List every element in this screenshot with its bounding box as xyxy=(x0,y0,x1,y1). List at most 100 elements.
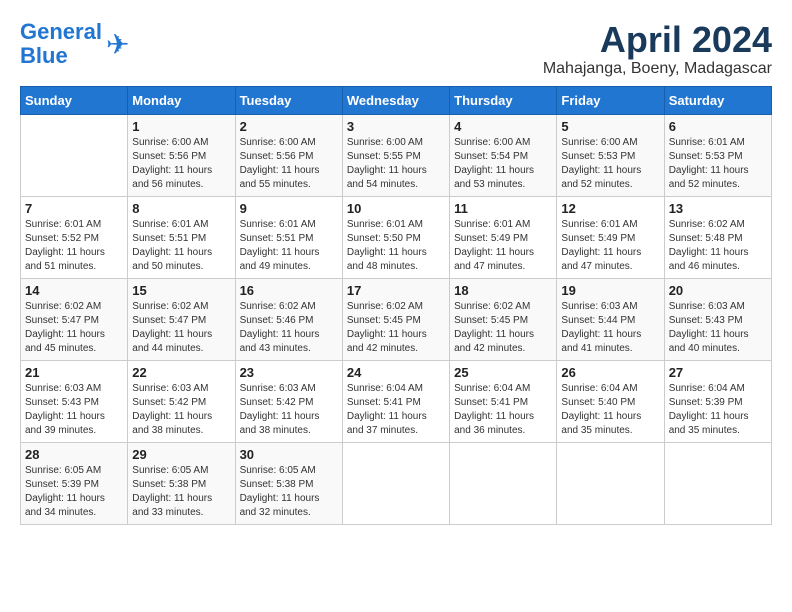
day-info: Sunrise: 6:00 AMSunset: 5:56 PMDaylight:… xyxy=(132,136,230,192)
day-number: 29 xyxy=(132,447,230,462)
calendar-cell: 20 Sunrise: 6:03 AMSunset: 5:43 PMDayligh… xyxy=(664,278,771,360)
day-number: 23 xyxy=(240,365,338,380)
calendar-cell: 2 Sunrise: 6:00 AMSunset: 5:56 PMDaylight… xyxy=(235,114,342,196)
day-number: 7 xyxy=(25,201,123,216)
day-info: Sunrise: 6:01 AMSunset: 5:51 PMDaylight:… xyxy=(240,218,338,274)
day-number: 17 xyxy=(347,283,445,298)
day-number: 27 xyxy=(669,365,767,380)
calendar-week-row: 14 Sunrise: 6:02 AMSunset: 5:47 PMDayligh… xyxy=(21,278,772,360)
day-number: 30 xyxy=(240,447,338,462)
header-friday: Friday xyxy=(557,86,664,114)
day-number: 12 xyxy=(561,201,659,216)
day-info: Sunrise: 6:04 AMSunset: 5:39 PMDaylight:… xyxy=(669,382,767,438)
day-number: 16 xyxy=(240,283,338,298)
calendar-cell xyxy=(664,442,771,524)
day-number: 9 xyxy=(240,201,338,216)
header-thursday: Thursday xyxy=(450,86,557,114)
calendar-cell: 11 Sunrise: 6:01 AMSunset: 5:49 PMDayligh… xyxy=(450,196,557,278)
day-info: Sunrise: 6:01 AMSunset: 5:52 PMDaylight:… xyxy=(25,218,123,274)
calendar-cell: 16 Sunrise: 6:02 AMSunset: 5:46 PMDayligh… xyxy=(235,278,342,360)
day-info: Sunrise: 6:03 AMSunset: 5:43 PMDaylight:… xyxy=(25,382,123,438)
day-number: 6 xyxy=(669,119,767,134)
calendar-cell: 18Sunrise: 6:02 AMSunset: 5:45 PMDayligh… xyxy=(450,278,557,360)
day-number: 22 xyxy=(132,365,230,380)
header-wednesday: Wednesday xyxy=(342,86,449,114)
calendar-cell xyxy=(342,442,449,524)
day-number: 8 xyxy=(132,201,230,216)
day-number: 18 xyxy=(454,283,552,298)
day-number: 14 xyxy=(25,283,123,298)
day-info: Sunrise: 6:02 AMSunset: 5:46 PMDaylight:… xyxy=(240,300,338,356)
calendar-cell: 10 Sunrise: 6:01 AMSunset: 5:50 PMDayligh… xyxy=(342,196,449,278)
calendar-cell: 21 Sunrise: 6:03 AMSunset: 5:43 PMDayligh… xyxy=(21,360,128,442)
logo-bird-icon: ✈ xyxy=(106,28,129,61)
day-info: Sunrise: 6:01 AMSunset: 5:49 PMDaylight:… xyxy=(454,218,552,274)
calendar-table: SundayMondayTuesdayWednesdayThursdayFrid… xyxy=(20,86,772,525)
day-info: Sunrise: 6:00 AMSunset: 5:55 PMDaylight:… xyxy=(347,136,445,192)
day-number: 26 xyxy=(561,365,659,380)
day-number: 24 xyxy=(347,365,445,380)
day-number: 10 xyxy=(347,201,445,216)
calendar-week-row: 1 Sunrise: 6:00 AMSunset: 5:56 PMDaylight… xyxy=(21,114,772,196)
day-info: Sunrise: 6:05 AMSunset: 5:38 PMDaylight:… xyxy=(240,464,338,520)
day-info: Sunrise: 6:02 AMSunset: 5:47 PMDaylight:… xyxy=(132,300,230,356)
day-number: 1 xyxy=(132,119,230,134)
month-title: April 2024 xyxy=(543,20,772,60)
day-number: 25 xyxy=(454,365,552,380)
calendar-cell: 23 Sunrise: 6:03 AMSunset: 5:42 PMDayligh… xyxy=(235,360,342,442)
logo: GeneralBlue ✈ xyxy=(20,20,129,68)
calendar-cell: 13 Sunrise: 6:02 AMSunset: 5:48 PMDayligh… xyxy=(664,196,771,278)
day-info: Sunrise: 6:00 AMSunset: 5:54 PMDaylight:… xyxy=(454,136,552,192)
calendar-cell: 7 Sunrise: 6:01 AMSunset: 5:52 PMDaylight… xyxy=(21,196,128,278)
calendar-cell: 4 Sunrise: 6:00 AMSunset: 5:54 PMDaylight… xyxy=(450,114,557,196)
day-info: Sunrise: 6:02 AMSunset: 5:47 PMDaylight:… xyxy=(25,300,123,356)
day-info: Sunrise: 6:01 AMSunset: 5:50 PMDaylight:… xyxy=(347,218,445,274)
day-number: 11 xyxy=(454,201,552,216)
day-info: Sunrise: 6:01 AMSunset: 5:53 PMDaylight:… xyxy=(669,136,767,192)
day-info: Sunrise: 6:03 AMSunset: 5:43 PMDaylight:… xyxy=(669,300,767,356)
day-number: 2 xyxy=(240,119,338,134)
calendar-cell: 1 Sunrise: 6:00 AMSunset: 5:56 PMDaylight… xyxy=(128,114,235,196)
header-sunday: Sunday xyxy=(21,86,128,114)
day-info: Sunrise: 6:05 AMSunset: 5:39 PMDaylight:… xyxy=(25,464,123,520)
calendar-cell xyxy=(450,442,557,524)
day-number: 13 xyxy=(669,201,767,216)
calendar-week-row: 28 Sunrise: 6:05 AMSunset: 5:39 PMDayligh… xyxy=(21,442,772,524)
day-number: 5 xyxy=(561,119,659,134)
calendar-header-row: SundayMondayTuesdayWednesdayThursdayFrid… xyxy=(21,86,772,114)
day-info: Sunrise: 6:04 AMSunset: 5:41 PMDaylight:… xyxy=(454,382,552,438)
logo-text: GeneralBlue xyxy=(20,20,102,68)
calendar-cell: 9 Sunrise: 6:01 AMSunset: 5:51 PMDaylight… xyxy=(235,196,342,278)
day-info: Sunrise: 6:00 AMSunset: 5:53 PMDaylight:… xyxy=(561,136,659,192)
day-number: 28 xyxy=(25,447,123,462)
header-tuesday: Tuesday xyxy=(235,86,342,114)
day-number: 20 xyxy=(669,283,767,298)
calendar-cell: 12Sunrise: 6:01 AMSunset: 5:49 PMDayligh… xyxy=(557,196,664,278)
day-info: Sunrise: 6:00 AMSunset: 5:56 PMDaylight:… xyxy=(240,136,338,192)
day-info: Sunrise: 6:04 AMSunset: 5:41 PMDaylight:… xyxy=(347,382,445,438)
day-number: 21 xyxy=(25,365,123,380)
day-info: Sunrise: 6:03 AMSunset: 5:42 PMDaylight:… xyxy=(132,382,230,438)
day-info: Sunrise: 6:02 AMSunset: 5:48 PMDaylight:… xyxy=(669,218,767,274)
day-number: 4 xyxy=(454,119,552,134)
calendar-cell: 30 Sunrise: 6:05 AMSunset: 5:38 PMDayligh… xyxy=(235,442,342,524)
location: Mahajanga, Boeny, Madagascar xyxy=(543,60,772,78)
day-info: Sunrise: 6:03 AMSunset: 5:42 PMDaylight:… xyxy=(240,382,338,438)
day-info: Sunrise: 6:04 AMSunset: 5:40 PMDaylight:… xyxy=(561,382,659,438)
calendar-cell: 19 Sunrise: 6:03 AMSunset: 5:44 PMDayligh… xyxy=(557,278,664,360)
day-number: 19 xyxy=(561,283,659,298)
calendar-cell: 3Sunrise: 6:00 AMSunset: 5:55 PMDaylight… xyxy=(342,114,449,196)
calendar-cell: 14 Sunrise: 6:02 AMSunset: 5:47 PMDayligh… xyxy=(21,278,128,360)
header-saturday: Saturday xyxy=(664,86,771,114)
calendar-week-row: 21 Sunrise: 6:03 AMSunset: 5:43 PMDayligh… xyxy=(21,360,772,442)
day-info: Sunrise: 6:02 AMSunset: 5:45 PMDaylight:… xyxy=(347,300,445,356)
calendar-cell: 6 Sunrise: 6:01 AMSunset: 5:53 PMDaylight… xyxy=(664,114,771,196)
calendar-cell: 27 Sunrise: 6:04 AMSunset: 5:39 PMDayligh… xyxy=(664,360,771,442)
calendar-cell: 24 Sunrise: 6:04 AMSunset: 5:41 PMDayligh… xyxy=(342,360,449,442)
calendar-cell: 22 Sunrise: 6:03 AMSunset: 5:42 PMDayligh… xyxy=(128,360,235,442)
day-number: 15 xyxy=(132,283,230,298)
day-info: Sunrise: 6:03 AMSunset: 5:44 PMDaylight:… xyxy=(561,300,659,356)
calendar-cell: 26 Sunrise: 6:04 AMSunset: 5:40 PMDayligh… xyxy=(557,360,664,442)
calendar-cell: 17 Sunrise: 6:02 AMSunset: 5:45 PMDayligh… xyxy=(342,278,449,360)
calendar-cell: 25 Sunrise: 6:04 AMSunset: 5:41 PMDayligh… xyxy=(450,360,557,442)
